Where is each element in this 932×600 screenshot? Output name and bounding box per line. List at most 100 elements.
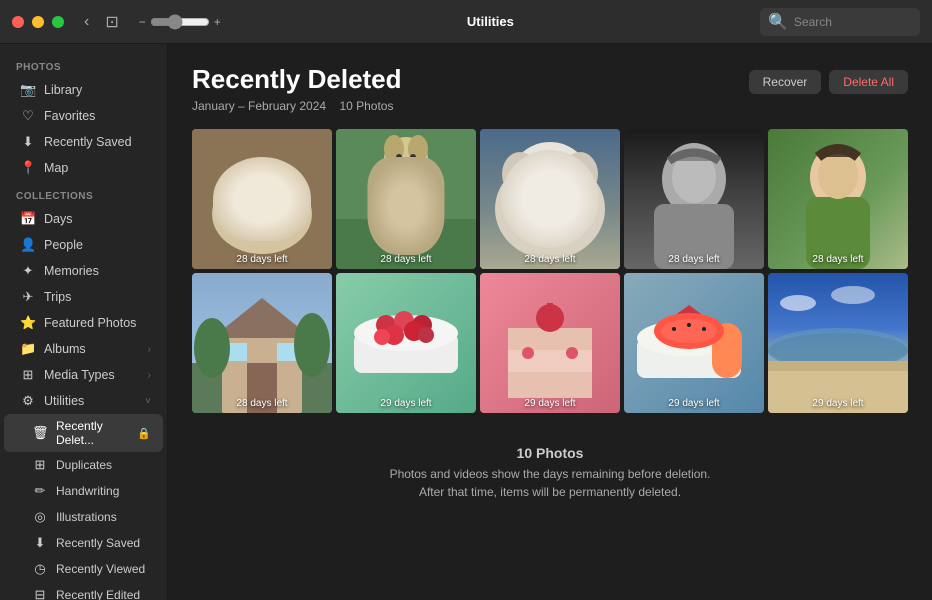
sidebar-item-label: Memories	[44, 264, 99, 278]
trash-icon: 🗑	[32, 425, 48, 441]
photo-2[interactable]: 28 days left	[336, 129, 476, 269]
sidebar-item-illustrations[interactable]: ◎ Illustrations	[4, 504, 163, 530]
sidebar-item-days[interactable]: 📅 Days	[4, 206, 163, 232]
photo-8-label: 29 days left	[480, 398, 620, 409]
photo-7[interactable]: 29 days left	[336, 273, 476, 413]
traffic-lights	[12, 16, 64, 28]
sidebar-item-utilities[interactable]: ⚙ Utilities ˅	[4, 388, 163, 414]
sidebar-item-label: Recently Delet...	[56, 419, 129, 447]
close-button[interactable]	[12, 16, 24, 28]
library-icon: 📷	[20, 82, 36, 98]
page-title: Recently Deleted	[192, 64, 402, 95]
sidebar-item-map[interactable]: 📍 Map	[4, 155, 163, 181]
photo-1-label: 28 days left	[192, 254, 332, 265]
collections-section-label: Collections	[0, 181, 167, 206]
photo-6[interactable]: 28 days left	[192, 273, 332, 413]
duplicates-icon: ⊞	[32, 457, 48, 473]
photo-3-label: 28 days left	[480, 254, 620, 265]
sidebar-item-label: Library	[44, 83, 82, 97]
photo-5-label: 28 days left	[768, 254, 908, 265]
photo-4[interactable]: 28 days left	[624, 129, 764, 269]
sidebar-item-label: Utilities	[44, 394, 84, 408]
recover-button[interactable]: Recover	[749, 70, 822, 94]
maximize-button[interactable]	[52, 16, 64, 28]
photo-6-label: 28 days left	[192, 398, 332, 409]
content-header: Recently Deleted Recover Delete All	[192, 64, 908, 95]
photo-4-image	[624, 129, 764, 269]
photo-6-image	[192, 273, 332, 413]
photo-9-label: 29 days left	[624, 398, 764, 409]
photos-section-label: Photos	[0, 52, 167, 77]
back-button[interactable]: ‹	[80, 11, 93, 33]
sidebar-item-recently-edited[interactable]: ⊟ Recently Edited	[4, 582, 163, 600]
photo-7-image	[336, 273, 476, 413]
sidebar-item-label: Albums	[44, 342, 86, 356]
photo-count: 10 Photos	[339, 99, 393, 113]
zoom-minus-icon: −	[139, 15, 146, 29]
sidebar-item-label: Favorites	[44, 109, 95, 123]
photo-grid: 28 days left	[192, 129, 908, 413]
sidebar-item-label: Map	[44, 161, 68, 175]
sidebar-item-duplicates[interactable]: ⊞ Duplicates	[4, 452, 163, 478]
search-icon: 🔍	[768, 12, 788, 32]
nav-controls: ‹ ⊡ − +	[80, 10, 221, 34]
photo-3[interactable]: 28 days left	[480, 129, 620, 269]
map-icon: 📍	[20, 160, 36, 176]
sidebar: Photos 📷 Library ♡ Favorites ⬇ Recently …	[0, 44, 168, 600]
sidebar-item-favorites[interactable]: ♡ Favorites	[4, 103, 163, 129]
photo-5[interactable]: 28 days left	[768, 129, 908, 269]
sidebar-item-recently-viewed[interactable]: ◷ Recently Viewed	[4, 556, 163, 582]
sidebar-item-label: Recently Saved	[44, 135, 132, 149]
delete-all-button[interactable]: Delete All	[829, 70, 908, 94]
sidebar-item-handwriting[interactable]: ✏ Handwriting	[4, 478, 163, 504]
recently-edited-icon: ⊟	[32, 587, 48, 600]
featured-icon: ⭐	[20, 315, 36, 331]
zoom-slider[interactable]	[150, 14, 210, 30]
sidebar-item-label: Recently Viewed	[56, 562, 145, 576]
lock-icon: 🔒	[137, 427, 151, 440]
photo-5-image	[768, 129, 908, 269]
photo-9-image	[624, 273, 764, 413]
sidebar-item-label: Days	[44, 212, 72, 226]
footer-count: 10 Photos	[192, 445, 908, 461]
photo-8-image	[480, 273, 620, 413]
sidebar-item-featured[interactable]: ⭐ Featured Photos	[4, 310, 163, 336]
sidebar-item-media-types[interactable]: ⊞ Media Types ›	[4, 362, 163, 388]
content-area: Recently Deleted Recover Delete All Janu…	[168, 44, 932, 600]
minimize-button[interactable]	[32, 16, 44, 28]
photo-1[interactable]: 28 days left	[192, 129, 332, 269]
slideshow-button[interactable]: ⊡	[101, 10, 122, 34]
sidebar-item-albums[interactable]: 📁 Albums ›	[4, 336, 163, 362]
content-footer: 10 Photos Photos and videos show the day…	[192, 437, 908, 517]
zoom-plus-icon: +	[214, 15, 221, 29]
app-body: Photos 📷 Library ♡ Favorites ⬇ Recently …	[0, 44, 932, 600]
people-icon: 👤	[20, 237, 36, 253]
sidebar-item-label: People	[44, 238, 83, 252]
sidebar-item-label: Recently Edited	[56, 588, 140, 600]
photo-10[interactable]: 29 days left	[768, 273, 908, 413]
sidebar-item-recently-deleted[interactable]: 🗑 Recently Delet... 🔒	[4, 414, 163, 452]
title-bar: ‹ ⊡ − + Utilities 🔍	[0, 0, 932, 44]
footer-line1: Photos and videos show the days remainin…	[192, 465, 908, 483]
sidebar-item-trips[interactable]: ✈ Trips	[4, 284, 163, 310]
zoom-control: − +	[139, 14, 221, 30]
sidebar-item-label: Recently Saved	[56, 536, 140, 550]
sidebar-item-label: Featured Photos	[44, 316, 136, 330]
sidebar-item-recently-saved-util[interactable]: ⬇ Recently Saved	[4, 530, 163, 556]
chevron-down-icon: ˅	[145, 396, 151, 407]
sidebar-item-label: Illustrations	[56, 510, 117, 524]
photo-2-image	[336, 129, 476, 269]
sidebar-item-memories[interactable]: ✦ Memories	[4, 258, 163, 284]
sidebar-item-library[interactable]: 📷 Library	[4, 77, 163, 103]
sidebar-item-people[interactable]: 👤 People	[4, 232, 163, 258]
window-title: Utilities	[221, 14, 760, 29]
search-input[interactable]	[794, 15, 914, 29]
recently-saved-util-icon: ⬇	[32, 535, 48, 551]
search-bar[interactable]: 🔍	[760, 8, 920, 36]
sidebar-item-label: Handwriting	[56, 484, 119, 498]
sidebar-item-label: Media Types	[44, 368, 115, 382]
photo-9[interactable]: 29 days left	[624, 273, 764, 413]
photo-8[interactable]: 29 days left	[480, 273, 620, 413]
sidebar-item-label: Trips	[44, 290, 71, 304]
sidebar-item-recently-saved[interactable]: ⬇ Recently Saved	[4, 129, 163, 155]
